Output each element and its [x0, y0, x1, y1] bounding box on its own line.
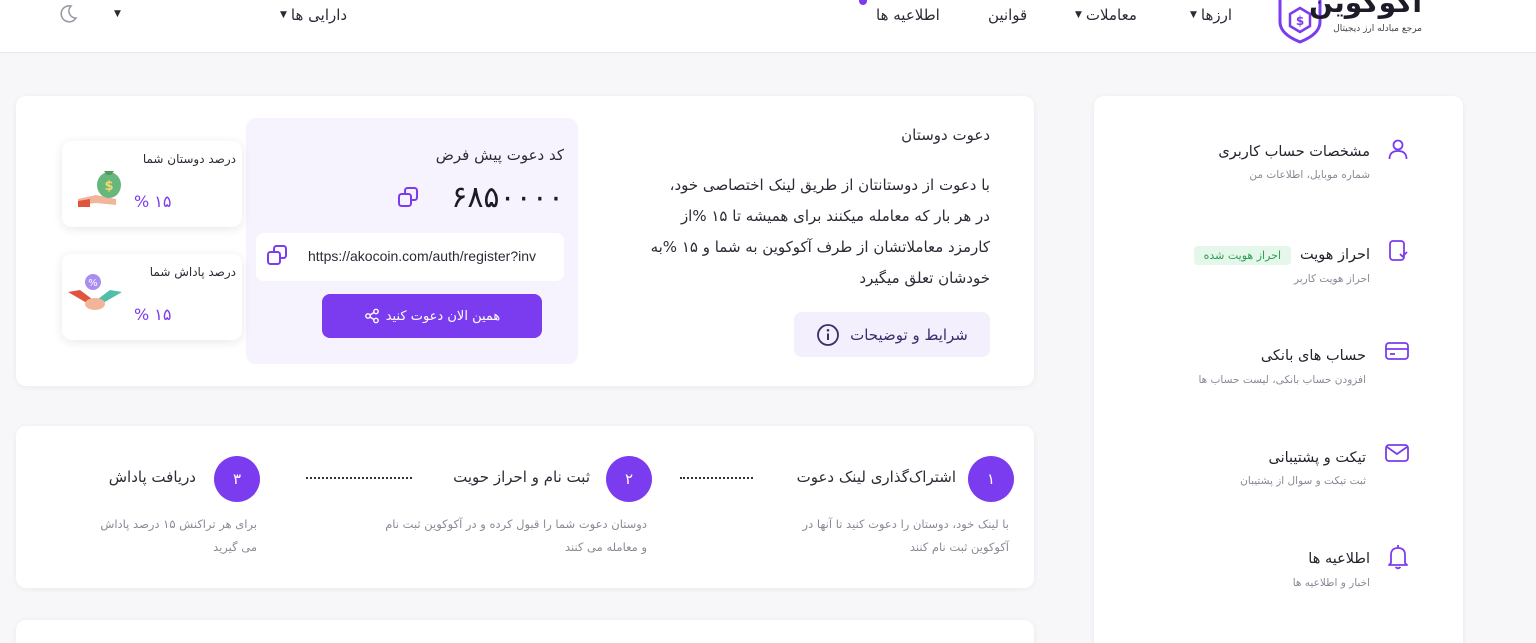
nav-assets-label: دارایی ها	[290, 6, 348, 24]
nav-announcements[interactable]: اطلاعیه ها	[876, 4, 940, 26]
sidebar-item-label: احراز هویت	[1299, 247, 1370, 263]
moon-icon[interactable]	[58, 4, 78, 24]
nav-currencies-label: ارزها	[1200, 6, 1233, 24]
step-description-line: می گیرید	[213, 540, 257, 554]
terms-button-label: شرایط و توضیحات	[850, 325, 968, 344]
nav-trades-label: معاملات	[1085, 6, 1137, 24]
sidebar-item-sub: شماره موبایل، اطلاعات من	[1249, 169, 1370, 181]
nav-assets[interactable]: ▼ دارایی ها	[280, 4, 347, 26]
copy-link-icon[interactable]	[265, 243, 289, 267]
sidebar-item-verification[interactable]: احراز هویت احراز هویت شده احراز هویت کار…	[1110, 235, 1420, 291]
sidebar-item-label: اطلاعیه ها	[1308, 551, 1370, 567]
info-icon	[817, 323, 840, 346]
svg-text:$: $	[1296, 14, 1304, 28]
step-number-badge: ۲	[606, 456, 652, 502]
sidebar-item-sub: احراز هویت کاربر	[1293, 273, 1370, 285]
terms-button[interactable]: شرایط و توضیحات	[794, 312, 990, 357]
step-title: دریافت پاداش	[108, 468, 196, 486]
sidebar-item-support[interactable]: تیکت و پشتیبانی ثبت تیکت و سوال از پشتیب…	[1110, 438, 1420, 494]
nav-announcements-label: اطلاعیه ها	[876, 6, 940, 24]
sidebar-item-account[interactable]: مشخصات حساب کاربری شماره موبایل، اطلاعات…	[1110, 132, 1420, 188]
friends-percent-value: ۱۵ %	[134, 192, 172, 211]
step-title: ثبت نام و احراز حویت	[453, 468, 590, 486]
step-description-line: آکوکوین ثبت نام کنند	[909, 540, 1009, 554]
invite-title: دعوت دوستان	[901, 126, 990, 144]
invite-now-button-label: همین الان دعوت کنید	[385, 308, 501, 324]
invite-link-value: https://akocoin.com/auth/register?inv	[308, 248, 537, 264]
share-icon	[364, 308, 379, 324]
sidebar-item-label: مشخصات حساب کاربری	[1218, 144, 1370, 160]
step-description-line: دوستان دعوت شما را قبول کرده و در آکوکوی…	[385, 517, 647, 531]
credit-card-icon	[1385, 342, 1409, 360]
invite-description-line: کارمزد معاملاتشان از طرف آکوکوین به شما …	[650, 238, 990, 256]
invite-description: با دعوت از دوستانتان از طریق لینک اختصاص…	[600, 170, 990, 294]
step-title: اشتراک‌گذاری لینک دعوت	[796, 468, 956, 486]
step-connector	[306, 477, 412, 479]
sidebar-item-announcements[interactable]: اطلاعیه ها اخبار و اطلاعیه ها	[1110, 540, 1420, 596]
step-number-badge: ۳	[214, 456, 260, 502]
verified-badge: احراز هویت شده	[1193, 246, 1291, 265]
reward-percent-label: درصد پاداش شما	[149, 265, 236, 279]
friends-percent-label: درصد دوستان شما	[142, 152, 236, 166]
sidebar-item-bank-accounts[interactable]: حساب های بانکی افزودن حساب بانکی، لیست ح…	[1110, 336, 1420, 392]
invite-steps-card	[16, 426, 1034, 588]
handshake-icon: %	[68, 274, 122, 310]
sidebar-item-sub: افزودن حساب بانکی، لیست حساب ها	[1198, 374, 1366, 386]
step-description-line: با لینک خود، دوستان را دعوت کنید تا آنها…	[802, 517, 1009, 531]
nav-rules-label: قوانین	[988, 6, 1028, 24]
invite-code-label: کد دعوت پیش فرض	[435, 146, 564, 164]
reward-percent-value: ۱۵ %	[134, 305, 172, 324]
logo[interactable]: $ آکوکوین مرجع مبادله ارز دیجیتال	[1270, 0, 1430, 48]
envelope-icon	[1385, 444, 1409, 462]
user-menu-chevron-icon[interactable]: ▼	[114, 9, 121, 19]
invite-link-field[interactable]: https://akocoin.com/auth/register?inv	[256, 233, 564, 281]
logo-name: آکوکوین	[1309, 0, 1422, 19]
step-description-line: و معامله می کنند	[564, 540, 647, 554]
invite-description-line: در هر بار که معامله میکنند برای همیشه تا…	[680, 207, 990, 225]
chevron-down-icon: ▼	[1075, 10, 1082, 20]
invite-now-button[interactable]: همین الان دعوت کنید	[322, 294, 542, 338]
reward-percent-card: درصد پاداش شما ۱۵ % %	[62, 254, 242, 340]
nav-currencies[interactable]: ▼ ارزها	[1190, 4, 1232, 26]
friends-percent-card: درصد دوستان شما ۱۵ % $	[62, 141, 242, 227]
chevron-down-icon: ▼	[1190, 10, 1197, 20]
logo-tagline: مرجع مبادله ارز دیجیتال	[1333, 24, 1422, 34]
copy-code-icon[interactable]	[396, 185, 420, 209]
step-number-badge: ۱	[968, 456, 1014, 502]
bell-icon	[1388, 545, 1408, 570]
step-description: دوستان دعوت شما را قبول کرده و در آکوکوی…	[385, 513, 647, 559]
chevron-down-icon: ▼	[280, 10, 287, 20]
step-connector	[680, 477, 753, 479]
money-bag-icon: $	[78, 171, 121, 207]
sidebar-item-sub: ثبت تیکت و سوال از پشتیبان	[1240, 475, 1366, 487]
svg-text:$: $	[104, 179, 113, 194]
user-icon	[1388, 139, 1408, 160]
sidebar-item-sub: اخبار و اطلاعیه ها	[1292, 577, 1370, 589]
invite-description-line: خودشان تعلق میگیرد	[859, 269, 990, 287]
invite-code-value: ۶۸۵۰۰۰۰	[451, 180, 564, 215]
sidebar-item-label: تیکت و پشتیبانی	[1268, 450, 1366, 466]
id-verify-icon	[1389, 240, 1408, 261]
nav-trades[interactable]: ▼ معاملات	[1075, 4, 1137, 26]
nav-rules[interactable]: قوانین	[988, 4, 1027, 26]
invite-description-line: با دعوت از دوستانتان از طریق لینک اختصاص…	[669, 176, 990, 194]
svg-text:%: %	[88, 278, 98, 289]
step-description-line: برای هر تراکنش ۱۵ درصد پاداش	[100, 517, 257, 531]
sidebar-item-label: حساب های بانکی	[1260, 348, 1366, 364]
next-section-card	[16, 620, 1034, 643]
step-description: برای هر تراکنش ۱۵ درصد پاداش می گیرید	[100, 513, 257, 559]
step-description: با لینک خود، دوستان را دعوت کنید تا آنها…	[803, 513, 1009, 559]
